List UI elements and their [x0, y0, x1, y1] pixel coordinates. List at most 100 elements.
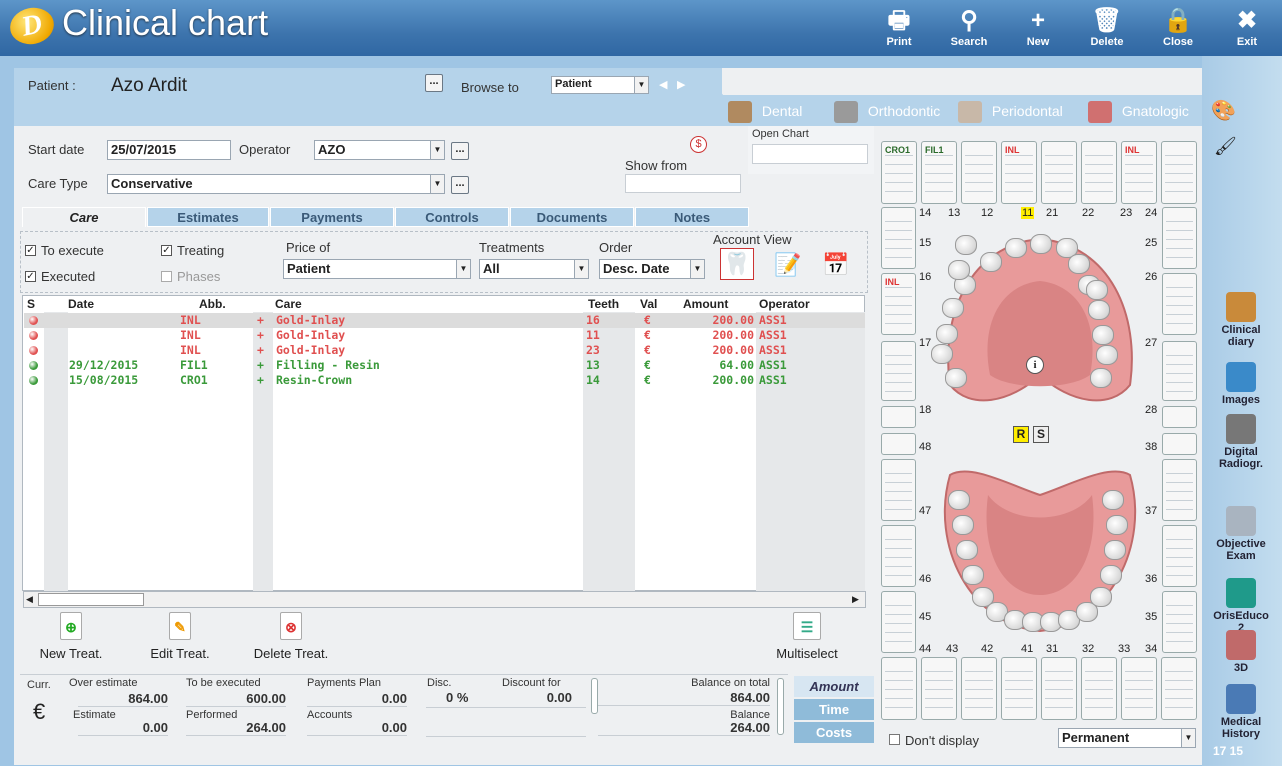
operator-select[interactable]: AZO ▼	[314, 140, 445, 160]
table-row[interactable]: INL + Gold-Inlay 23 € ASS1 200.00	[24, 343, 865, 358]
lower-tooth-box[interactable]	[1001, 657, 1037, 720]
next-arrow-icon[interactable]: ▶	[677, 78, 685, 91]
tooth-icon[interactable]	[1005, 238, 1027, 258]
side-tooth-box[interactable]	[1162, 525, 1197, 587]
upper-tooth-box[interactable]	[1041, 141, 1077, 204]
side-tooth-box[interactable]	[1162, 207, 1197, 269]
upper-tooth-box[interactable]: CRO1	[881, 141, 917, 204]
upper-tooth-box[interactable]	[961, 141, 997, 204]
lower-tooth-box[interactable]	[1121, 657, 1157, 720]
side-tooth-box[interactable]	[881, 406, 916, 428]
sidebar-item[interactable]: Objective Exam	[1211, 506, 1271, 562]
s-toggle[interactable]: S	[1033, 426, 1049, 443]
price-of-select[interactable]: Patient ▼	[283, 259, 471, 279]
col-header-teeth[interactable]: Teeth	[588, 297, 619, 311]
tab-periodontal[interactable]: Periodontal	[958, 96, 1063, 126]
scroll-left-icon[interactable]: ◀	[26, 594, 33, 605]
tooth-icon[interactable]	[1088, 300, 1110, 320]
operator-lookup-button[interactable]: ...	[451, 142, 469, 160]
sidebar-item[interactable]: Images	[1211, 362, 1271, 406]
sidebar-item[interactable]: OrisEduco 2	[1211, 578, 1271, 634]
col-header-amount[interactable]: Amount	[683, 297, 728, 311]
tooth-icon[interactable]	[1090, 368, 1112, 388]
delete-treatment-button[interactable]: ⊗ Delete Treat.	[249, 612, 333, 661]
info-icon[interactable]: i	[1026, 356, 1044, 374]
scroll-right-icon[interactable]: ▶	[852, 594, 859, 605]
side-tooth-box[interactable]	[1162, 591, 1197, 653]
prev-arrow-icon[interactable]: ◀	[659, 78, 667, 91]
tooth-icon[interactable]	[948, 490, 970, 510]
side-tooth-box[interactable]	[1162, 433, 1197, 455]
table-row[interactable]: INL + Gold-Inlay 16 € ASS1 200.00	[24, 313, 865, 328]
tab-orthodontic[interactable]: Orthodontic	[834, 96, 940, 126]
time-toggle[interactable]: Time	[794, 699, 874, 720]
tooth-icon[interactable]	[980, 252, 1002, 272]
tab-payments[interactable]: Payments	[270, 207, 394, 227]
multiselect-button[interactable]: ☰ Multiselect	[773, 612, 841, 661]
tab-controls[interactable]: Controls	[395, 207, 509, 227]
table-row[interactable]: INL + Gold-Inlay 11 € ASS1 200.00	[24, 328, 865, 343]
tab-notes[interactable]: Notes	[635, 207, 749, 227]
open-chart-field[interactable]	[752, 144, 868, 164]
side-tooth-box[interactable]	[881, 433, 916, 455]
tooth-icon[interactable]	[956, 540, 978, 560]
lower-tooth-box[interactable]	[961, 657, 997, 720]
account-tooth-icon[interactable]: 🦷	[720, 248, 754, 280]
side-tooth-box[interactable]	[881, 459, 916, 521]
splitter-handle[interactable]	[591, 678, 598, 714]
lower-tooth-box[interactable]	[1081, 657, 1117, 720]
tooth-icon[interactable]	[931, 344, 953, 364]
tooth-icon[interactable]	[1096, 345, 1118, 365]
side-tooth-box[interactable]	[881, 341, 916, 401]
lower-tooth-box[interactable]	[881, 657, 917, 720]
table-row[interactable]: 15/08/2015 CRO1 + Resin-Crown 14 € ASS1 200.00	[24, 373, 865, 388]
care-type-lookup-button[interactable]: ...	[451, 176, 469, 194]
upper-tooth-box[interactable]: INL	[1121, 141, 1157, 204]
table-row[interactable]: 29/12/2015 FIL1 + Filling - Resin 13 € ASS1 64.…	[24, 358, 865, 373]
scrollbar-thumb[interactable]	[38, 593, 144, 606]
col-header-val[interactable]: Val	[640, 297, 657, 311]
tooth-icon[interactable]	[952, 515, 974, 535]
order-select[interactable]: Desc. Date ▼	[599, 259, 705, 279]
palette-icon[interactable]: 🎨	[1211, 98, 1236, 123]
tooth-icon[interactable]	[1030, 234, 1052, 254]
side-tooth-box[interactable]	[881, 207, 916, 269]
exit-button[interactable]: ✖ Exit	[1215, 6, 1279, 52]
tab-documents[interactable]: Documents	[510, 207, 634, 227]
dentition-select[interactable]: Permanent ▼	[1058, 728, 1196, 748]
tab-estimates[interactable]: Estimates	[147, 207, 269, 227]
tooth-icon[interactable]	[948, 260, 970, 280]
dollar-icon[interactable]: $	[690, 136, 707, 153]
sidebar-item[interactable]: 3D	[1211, 630, 1271, 674]
dont-display-checkbox[interactable]	[889, 734, 900, 745]
upper-tooth-box[interactable]	[1081, 141, 1117, 204]
col-header-abb[interactable]: Abb.	[199, 297, 226, 311]
new-button[interactable]: + New	[1006, 6, 1070, 52]
sidebar-item[interactable]: Clinical diary	[1211, 292, 1271, 348]
start-date-field[interactable]: 25/07/2015	[107, 140, 231, 160]
tooth-icon[interactable]	[1106, 515, 1128, 535]
search-button[interactable]: ⚲ Search	[937, 6, 1001, 52]
tab-dental[interactable]: Dental	[728, 96, 802, 126]
patient-lookup-button[interactable]: ...	[425, 74, 443, 92]
tooth-icon[interactable]	[1092, 325, 1114, 345]
side-tooth-box[interactable]	[1162, 406, 1197, 428]
side-tooth-box[interactable]	[1162, 341, 1197, 401]
side-tooth-box[interactable]	[1162, 459, 1197, 521]
col-header-operator[interactable]: Operator	[759, 297, 810, 311]
calendar-icon[interactable]: 📅	[820, 250, 852, 280]
horizontal-scrollbar[interactable]: ◀ ▶	[23, 591, 866, 608]
sidebar-item[interactable]: Medical History	[1211, 684, 1271, 740]
tooth-icon[interactable]	[1100, 565, 1122, 585]
tooth-icon[interactable]	[955, 235, 977, 255]
treatments-select[interactable]: All ▼	[479, 259, 589, 279]
upper-tooth-box[interactable]	[1161, 141, 1197, 204]
tooth-icon[interactable]	[1090, 587, 1112, 607]
side-tooth-box[interactable]: INL	[881, 273, 916, 335]
tooth-icon[interactable]	[1104, 540, 1126, 560]
new-treatment-button[interactable]: ⊕ New Treat.	[36, 612, 106, 661]
tooth-icon[interactable]	[1068, 254, 1090, 274]
tooth-icon[interactable]	[945, 368, 967, 388]
costs-toggle[interactable]: Costs	[794, 722, 874, 743]
tooth-icon[interactable]	[962, 565, 984, 585]
